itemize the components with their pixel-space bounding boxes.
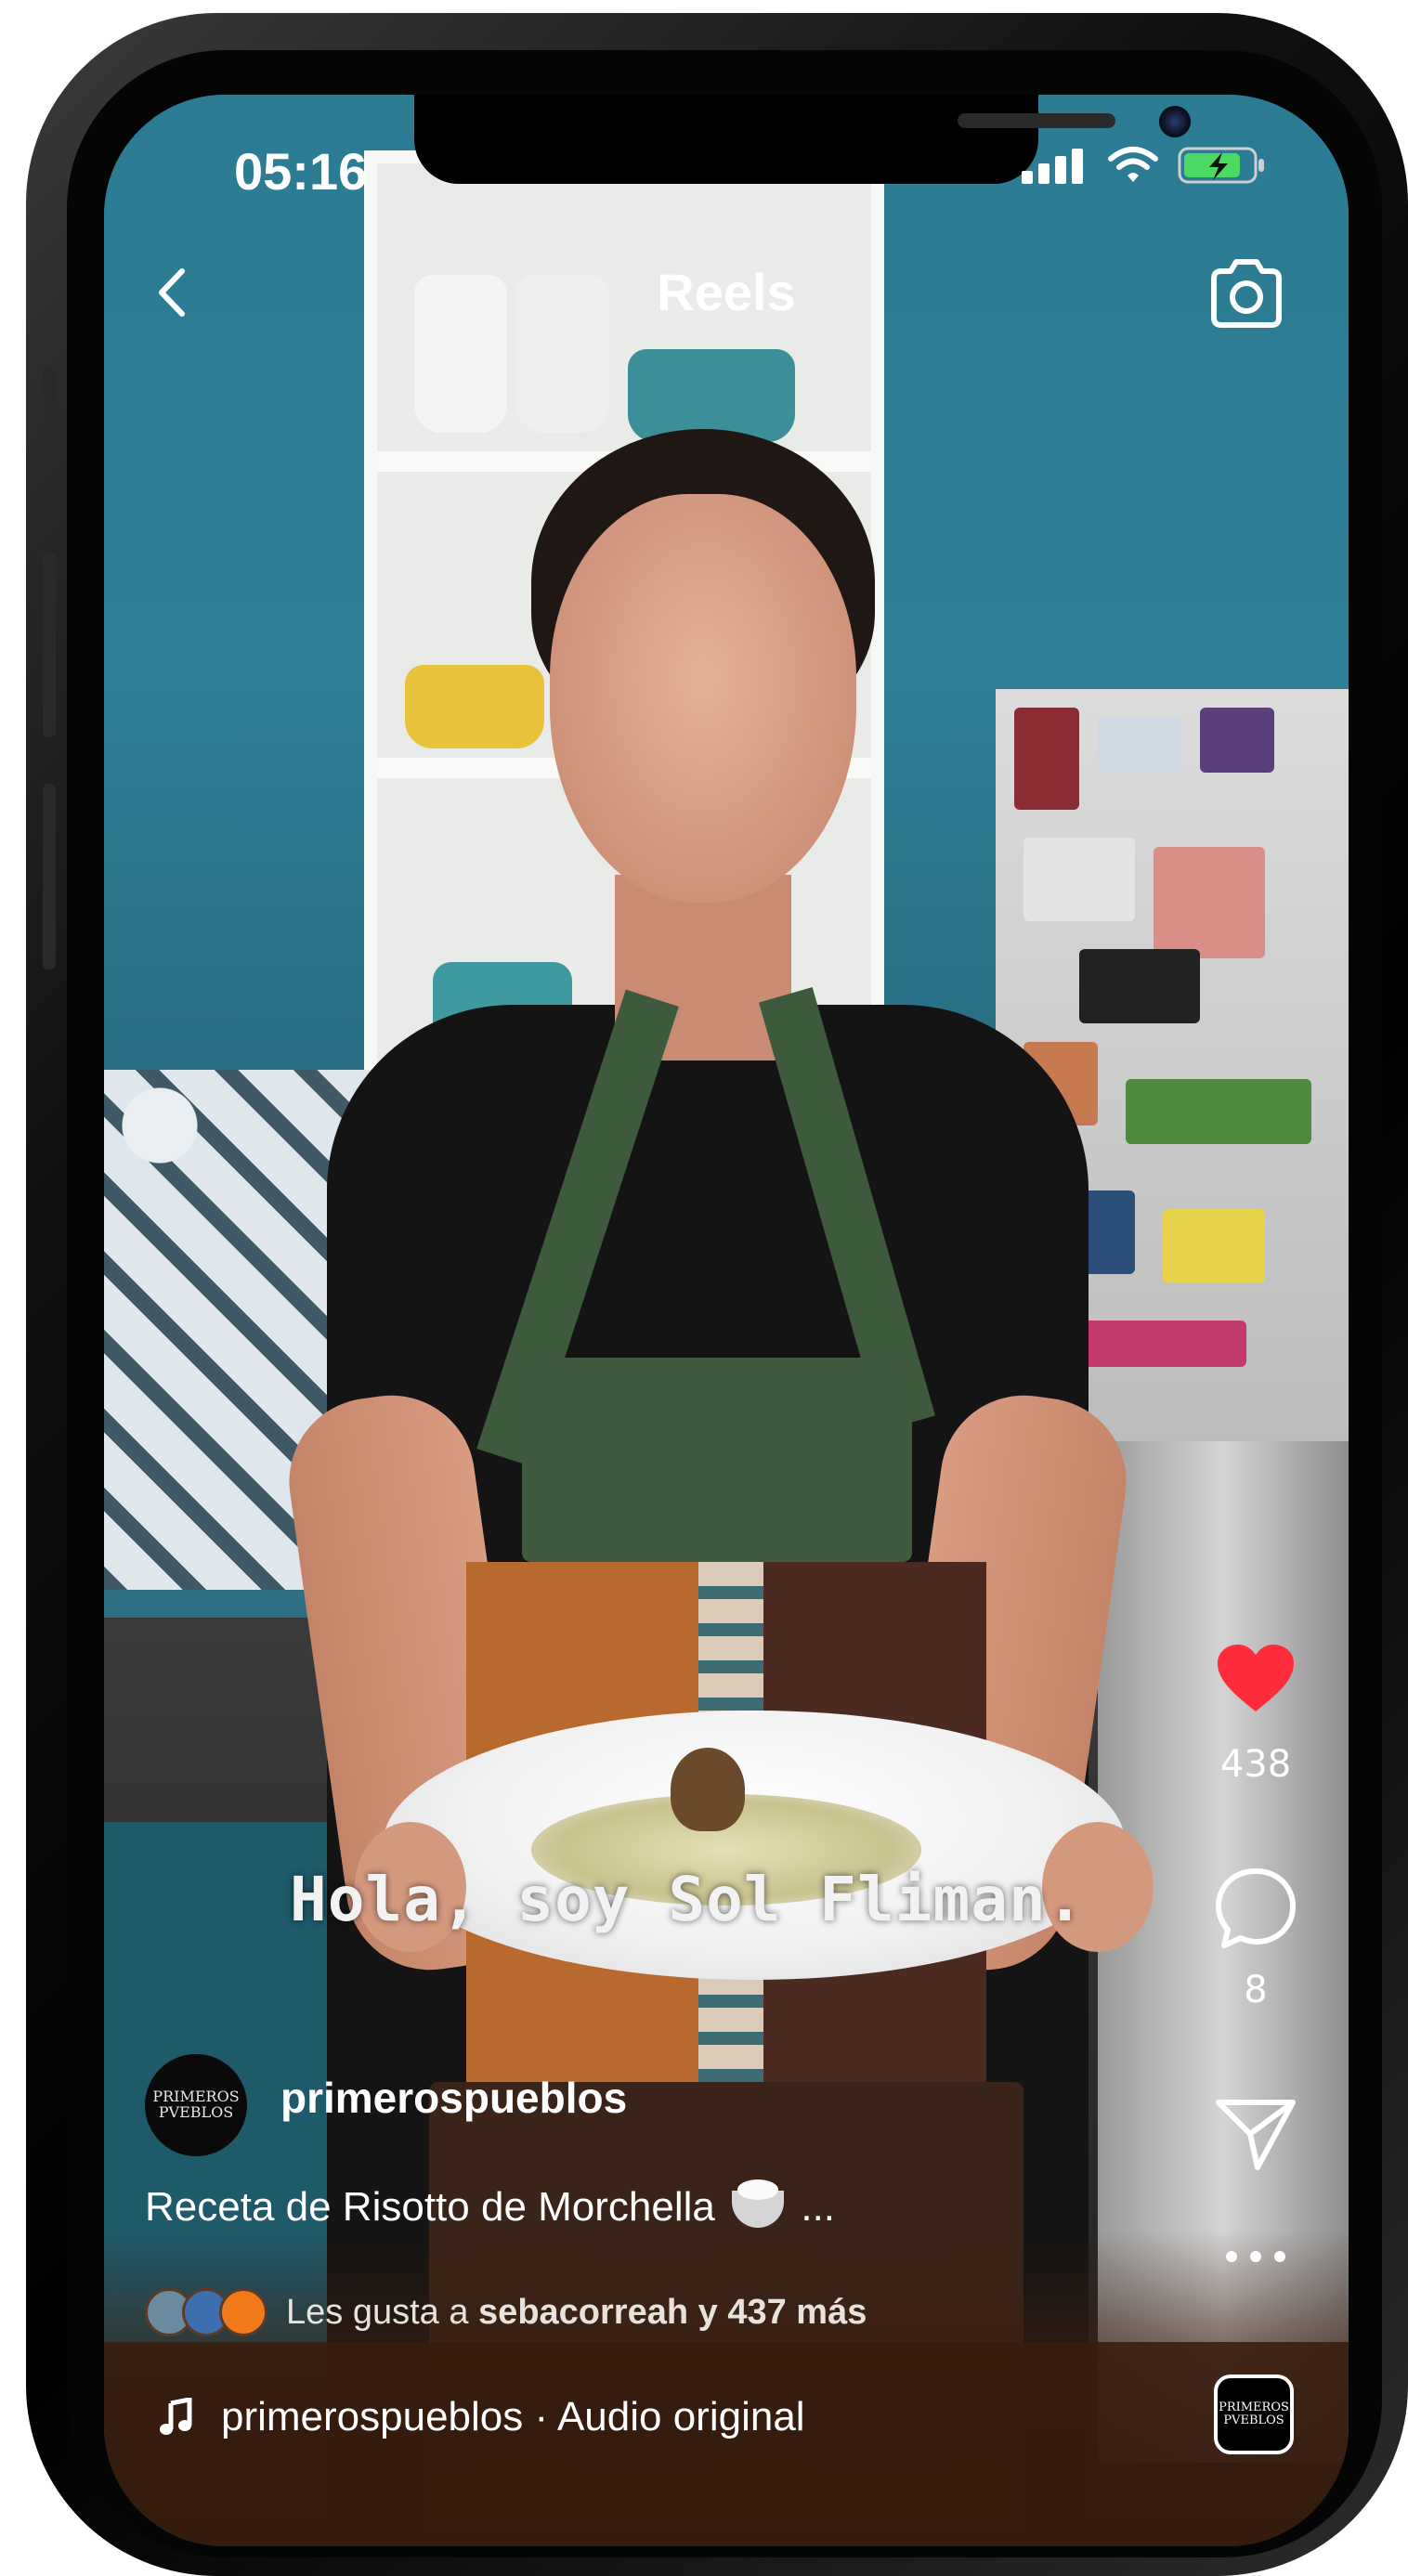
volume-down-button [43,784,56,969]
like-button[interactable] [1214,1641,1297,1720]
likes-row[interactable]: Les gusta a sebacorreah y 437 más [145,2288,867,2336]
rice-bowl-icon [732,2179,785,2229]
more-button[interactable] [1219,2247,1293,2270]
audio-thumbnail[interactable]: PRIMEROS PVEBLOS [1214,2374,1294,2454]
likes-user[interactable]: sebacorreah [478,2293,688,2332]
camera-icon[interactable] [1205,251,1288,334]
liker-avatars [145,2288,267,2336]
share-icon [1216,2100,1296,2170]
audio-label: primerospueblos · Audio original [221,2394,805,2439]
post-description[interactable]: Receta de Risotto de Morchella ... [145,2179,835,2231]
audio-link[interactable]: primerospueblos · Audio original [160,2394,805,2440]
description-text: Receta de Risotto de Morchella [145,2184,715,2230]
wifi-icon [1108,147,1158,182]
video-subtitle: Hola, soy Sol Fliman. [290,1864,1085,1935]
signal-icon [1022,149,1083,184]
avatar[interactable]: PRIMEROS PVEBLOS [145,2054,247,2156]
earpiece-speaker [958,113,1115,128]
comment-button[interactable] [1211,1864,1300,1958]
battery-icon [1178,147,1264,184]
likes-prefix: Les gusta a [286,2292,469,2332]
liker-avatar [219,2288,267,2336]
notch [414,95,1191,184]
status-time: 05:16 [234,142,368,201]
status-icons [1022,145,1267,186]
audio-bar-background [104,2342,1349,2546]
front-camera [1159,106,1191,137]
description-more[interactable]: ... [801,2184,835,2230]
comment-icon [1216,1868,1296,1948]
likes-text: Les gusta a sebacorreah y 437 más [286,2293,867,2333]
reel-screen[interactable]: 05:16 Reels Hola, soy Sol Fliman. 438 8 … [104,95,1349,2546]
like-count: 438 [1219,1743,1292,1786]
video-morel [671,1748,745,1831]
comment-count: 8 [1244,1969,1268,2011]
username-link[interactable]: primerospueblos [280,2073,627,2123]
volume-up-button [43,552,56,737]
side-button [43,366,56,459]
page-title: Reels [657,263,796,321]
heart-icon [1218,1645,1294,1711]
more-icon [1226,2251,1285,2262]
back-icon[interactable] [141,260,206,325]
likes-suffix[interactable]: y 437 más [698,2293,867,2332]
music-note-icon [160,2398,192,2435]
share-button[interactable] [1211,2091,1300,2179]
